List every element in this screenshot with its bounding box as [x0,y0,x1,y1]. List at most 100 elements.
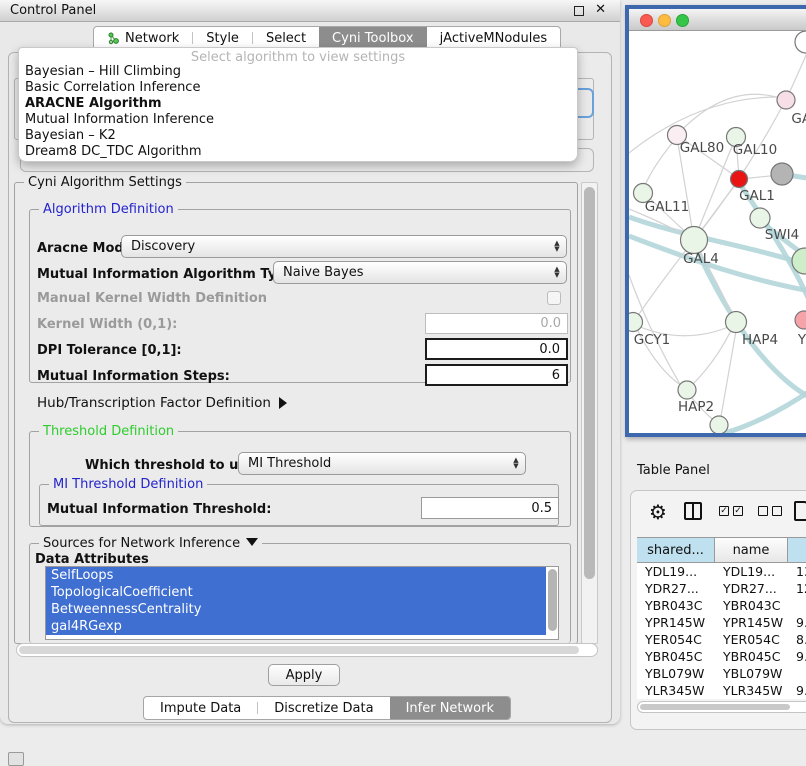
mi-type-combobox[interactable]: Naive Bayes ▲▼ [273,261,567,284]
collapsed-tool-icon[interactable] [8,752,24,766]
dropdown-item-basic-correlation[interactable]: Basic Correlation Inference [19,80,577,96]
dropdown-item-dream8[interactable]: Dream8 DC_TDC Algorithm [19,144,577,160]
table-cell[interactable]: YDR27... [637,580,715,597]
tab-network[interactable]: Network [94,27,192,49]
which-threshold-combobox[interactable]: MI Threshold ▲▼ [238,452,526,475]
control-panel-window: Control Panel ✕ Network Style Select Cyn… [0,0,620,724]
mi-steps-input[interactable]: 6 [425,364,568,386]
zoom-traffic-light-icon[interactable] [676,14,689,27]
network-node[interactable] [726,312,747,333]
table-cell[interactable]: 12 [788,580,806,597]
tab-select[interactable]: Select [253,27,319,49]
mi-threshold-input[interactable]: 0.5 [421,497,559,519]
network-node[interactable] [678,381,696,399]
network-canvas[interactable]: GALGAL80GAL10GAL1GAL11SWI4GAL4GCY1HAP4YH… [629,31,806,433]
tab-jactivemnodules[interactable]: jActiveMNodules [427,27,561,49]
table-cell[interactable]: YBR043C [715,597,788,614]
close-panel-icon[interactable]: ✕ [595,2,606,17]
network-node[interactable] [777,91,795,109]
network-node[interactable] [795,311,806,329]
table-cell[interactable]: YER054C [637,631,715,648]
data-attributes-list: SelfLoops TopologicalCoefficient Between… [45,566,559,640]
table-row[interactable]: YDR27...YDR27...12 [637,580,806,597]
list-scrollbar[interactable] [548,569,557,631]
network-node[interactable] [795,31,806,53]
table-cell[interactable]: YLR345W [637,682,715,699]
close-traffic-light-icon[interactable] [640,14,653,27]
deselect-all-checkboxes-icon[interactable] [758,506,782,516]
table-cell[interactable]: YDR27... [715,580,788,597]
table-cell[interactable]: 9. [788,648,806,665]
table-horizontal-scrollbar[interactable] [637,701,806,713]
select-all-checkboxes-icon[interactable]: ✓✓ [719,506,743,516]
scrollbar-thumb[interactable] [584,187,595,579]
hub-definition-toggle[interactable]: Hub/Transcription Factor Definition [37,395,287,411]
minimize-traffic-light-icon[interactable] [658,14,671,27]
network-node[interactable] [731,171,748,188]
network-node[interactable] [710,416,728,433]
table-cell[interactable]: 13 [788,563,806,580]
dropdown-item-bayesian-k2[interactable]: Bayesian – K2 [19,128,577,144]
dropdown-item-bayesian-hill-climbing[interactable]: Bayesian – Hill Climbing [19,64,577,80]
network-node[interactable] [750,208,770,228]
file-icon[interactable] [794,501,806,521]
tab-cyni-toolbox[interactable]: Cyni Toolbox [319,27,427,49]
network-node[interactable] [771,163,793,185]
apply-button[interactable]: Apply [268,664,340,686]
kernel-width-input[interactable]: 0.0 [425,313,568,334]
list-item-gal4rgexp[interactable]: gal4RGexp [46,618,546,635]
table-row[interactable]: YDL19...YDL19...13 [637,563,806,580]
sources-toggle[interactable]: Sources for Network Inference [39,536,262,551]
network-node[interactable] [629,313,643,332]
dropdown-item-mutual-information[interactable]: Mutual Information Inference [19,112,577,128]
table-cell[interactable]: 8. [788,631,806,648]
table-cell[interactable]: 9. [788,614,806,631]
float-panel-icon[interactable] [574,6,584,16]
tab-discretize-data[interactable]: Discretize Data [258,697,389,719]
network-node[interactable] [681,227,708,254]
list-item-betweennesscentrality[interactable]: BetweennessCentrality [46,601,546,618]
tab-jactivemnodules-label: jActiveMNodules [440,31,548,46]
dropdown-item-aracne[interactable]: ARACNE Algorithm [19,96,577,112]
table-cell[interactable]: YBL079W [715,665,788,682]
columns-icon[interactable] [684,502,702,520]
table-cell[interactable]: YLR345W [715,682,788,699]
table-cell[interactable]: 9. [788,682,806,699]
table-cell[interactable]: YDL19... [715,563,788,580]
column-header-name[interactable]: name [715,538,788,562]
manual-kernel-checkbox[interactable] [547,291,561,305]
aracne-mode-combobox[interactable]: Discovery ▲▼ [121,235,567,258]
tab-style[interactable]: Style [193,27,252,49]
table-cell[interactable]: YER054C [715,631,788,648]
scrollbar-thumb[interactable] [19,646,579,654]
stepper-arrows-icon: ▲▼ [507,458,525,469]
table-row[interactable]: YER054CYER054C8. [637,631,806,648]
settings-horizontal-scrollbar[interactable] [16,643,598,657]
gear-icon[interactable]: ⚙ [649,500,667,524]
table-cell[interactable] [788,665,806,682]
table-row[interactable]: YPR145WYPR145W9. [637,614,806,631]
tab-impute-data[interactable]: Impute Data [144,697,257,719]
table-cell[interactable]: YBR043C [637,597,715,614]
settings-vertical-scrollbar[interactable] [581,182,598,644]
table-cell[interactable] [788,597,806,614]
dpi-tolerance-input[interactable]: 0.0 [425,338,568,360]
table-cell[interactable]: YPR145W [637,614,715,631]
scrollbar-thumb[interactable] [640,704,790,710]
tab-infer-network[interactable]: Infer Network [390,697,510,719]
list-item-topologicalcoefficient[interactable]: TopologicalCoefficient [46,584,546,601]
table-cell[interactable]: YBR045C [637,648,715,665]
node-table: shared... name YDL19...YDL19...13YDR27..… [637,537,806,699]
table-row[interactable]: YLR345WYLR345W9. [637,682,806,699]
table-cell[interactable]: YBL079W [637,665,715,682]
column-header-shared[interactable]: shared... [637,538,715,562]
table-cell[interactable]: YDL19... [637,563,715,580]
table-row[interactable]: YBR045CYBR045C9. [637,648,806,665]
table-row[interactable]: YBR043CYBR043C [637,597,806,614]
table-cell[interactable]: YPR145W [715,614,788,631]
list-item-selfloops[interactable]: SelfLoops [46,567,546,584]
table-row[interactable]: YBL079WYBL079W [637,665,806,682]
network-node-label: Y [797,332,806,348]
column-header-third[interactable] [788,538,806,562]
table-cell[interactable]: YBR045C [715,648,788,665]
